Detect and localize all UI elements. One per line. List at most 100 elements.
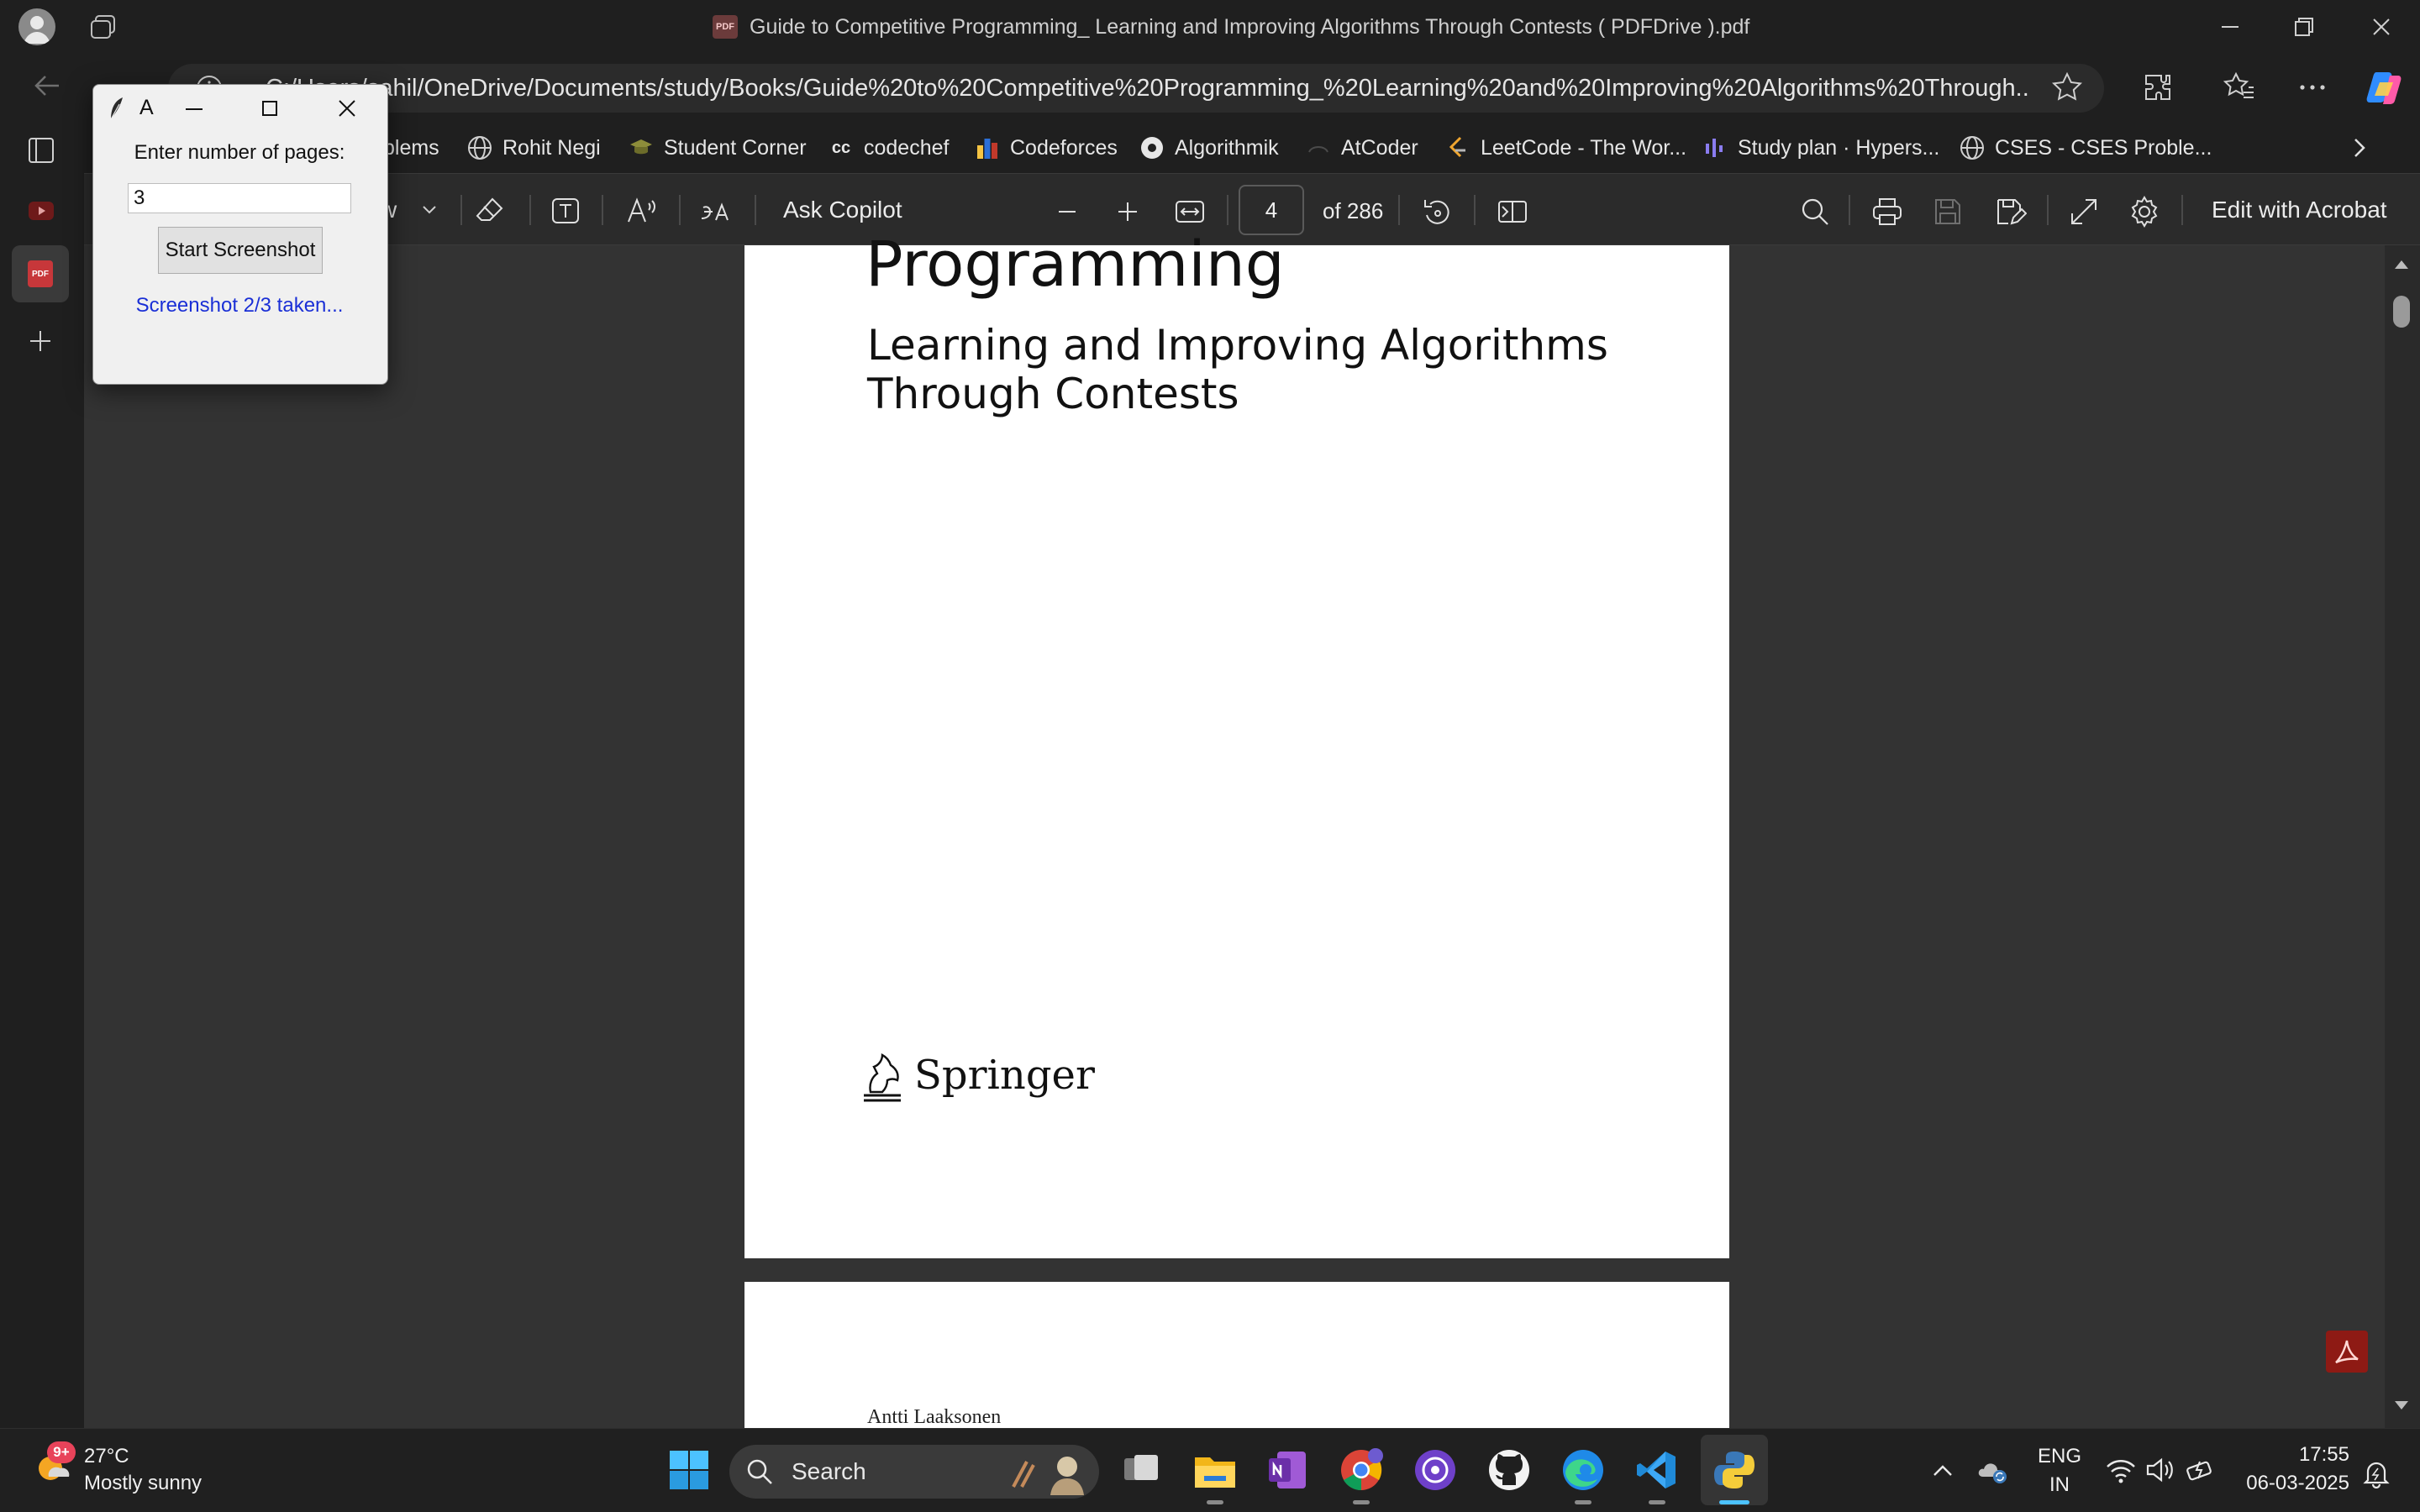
globe-icon <box>1960 135 1985 160</box>
bookmark-student-corner[interactable]: Student Corner <box>629 131 807 165</box>
task-view-icon[interactable] <box>1118 1446 1165 1494</box>
toolbar-divider <box>1849 195 1850 225</box>
clock-date[interactable]: 06-03-2025 <box>2238 1472 2349 1495</box>
scroll-thumb[interactable] <box>2393 296 2410 328</box>
toolbar-divider <box>679 195 681 225</box>
book-subtitle-line-1: Learning and Improving Algorithms <box>867 321 1608 370</box>
extensions-icon[interactable] <box>2141 71 2175 104</box>
github-icon[interactable] <box>1486 1446 1533 1494</box>
bookmark-cses[interactable]: CSES - CSES Proble... <box>1960 131 2212 165</box>
volume-icon[interactable] <box>2144 1455 2178 1485</box>
close-icon[interactable] <box>2366 12 2396 42</box>
pdf-tab-icon: PDF <box>28 260 53 287</box>
minimize-icon[interactable] <box>2215 12 2245 42</box>
save-as-icon[interactable] <box>1993 195 2027 228</box>
eraser-icon[interactable] <box>474 195 506 227</box>
weather-temperature[interactable]: 27°C <box>84 1445 129 1468</box>
more-options-icon[interactable] <box>2296 71 2329 104</box>
translate-icon[interactable] <box>699 195 733 227</box>
page-view-icon[interactable] <box>1496 195 1529 228</box>
wifi-icon[interactable] <box>2104 1455 2138 1485</box>
url-text[interactable]: C:/Users/sahil/OneDrive/Documents/study/… <box>266 72 2030 104</box>
tool-maximize-icon[interactable] <box>255 94 284 123</box>
ask-copilot-button[interactable]: Ask Copilot <box>783 197 902 223</box>
github-desktop-icon[interactable] <box>1412 1446 1459 1494</box>
tool-minimize-icon[interactable] <box>180 94 208 123</box>
zoom-in-icon[interactable] <box>1113 197 1143 227</box>
search-placeholder: Search <box>792 1458 866 1484</box>
publisher-name: Springer <box>914 1052 1095 1099</box>
read-aloud-icon[interactable] <box>625 195 659 227</box>
fit-width-icon[interactable] <box>1173 195 1207 228</box>
bookmark-codeforces[interactable]: Codeforces <box>975 131 1118 165</box>
pages-input[interactable] <box>128 183 351 213</box>
toolbar-divider <box>1474 195 1476 225</box>
restore-icon[interactable] <box>2289 12 2319 42</box>
battery-icon[interactable] <box>2185 1455 2218 1485</box>
tool-close-icon[interactable] <box>333 94 361 123</box>
print-icon[interactable] <box>1870 195 1904 228</box>
algorithmik-icon <box>1139 135 1165 160</box>
search-icon[interactable] <box>1798 195 1832 228</box>
fullscreen-icon[interactable] <box>2067 195 2101 228</box>
workspaces-icon[interactable] <box>89 13 118 40</box>
notifications-icon[interactable] <box>2361 1458 2391 1488</box>
bookmark-label: Algorithmik <box>1175 135 1279 160</box>
language-indicator[interactable]: ENG <box>2037 1445 2082 1468</box>
youtube-tab-icon[interactable] <box>27 198 55 223</box>
pdf-page: Programming Learning and Improving Algor… <box>744 228 1729 1258</box>
scroll-down-icon[interactable] <box>2391 1398 2412 1413</box>
rotate-icon[interactable] <box>1420 195 1454 228</box>
windows-start-icon[interactable] <box>666 1446 713 1494</box>
toolbar-divider <box>2047 195 2049 225</box>
bookmark-algorithmik[interactable]: Algorithmik <box>1139 131 1279 165</box>
onedrive-sync-icon[interactable] <box>1976 1453 2010 1487</box>
bookmark-codechef[interactable]: cc codechef <box>829 131 950 165</box>
bookmark-leetcode[interactable]: LeetCode - The Wor... <box>1445 131 1686 165</box>
atcoder-icon <box>1306 135 1331 160</box>
vscode-icon[interactable] <box>1634 1446 1681 1494</box>
show-hidden-icons-icon[interactable] <box>1929 1458 1956 1482</box>
bookmark-rohit-negi[interactable]: Rohit Negi <box>467 131 601 165</box>
window-title-text: Guide to Competitive Programming_ Learni… <box>750 14 1750 39</box>
favorite-star-icon[interactable] <box>2050 71 2084 104</box>
save-icon[interactable] <box>1931 195 1965 228</box>
active-indicator <box>1719 1500 1749 1504</box>
pdf-tab-active[interactable]: PDF <box>12 245 69 302</box>
text-box-icon[interactable] <box>550 195 581 227</box>
weather-description[interactable]: Mostly sunny <box>84 1472 202 1495</box>
bookmark-atcoder[interactable]: AtCoder <box>1306 131 1418 165</box>
edit-with-acrobat-button[interactable]: Edit with Acrobat <box>2212 197 2387 223</box>
chevron-down-icon[interactable] <box>418 202 440 218</box>
chrome-icon[interactable] <box>1338 1446 1385 1494</box>
settings-gear-icon[interactable] <box>2128 195 2161 228</box>
file-explorer-icon[interactable] <box>1192 1446 1239 1494</box>
clock-time[interactable]: 17:55 <box>2238 1443 2349 1467</box>
copilot-icon[interactable] <box>2365 67 2405 108</box>
tab-actions-icon[interactable] <box>27 136 55 165</box>
bookmark-label: blems <box>383 135 439 160</box>
vertical-scrollbar[interactable] <box>2385 245 2420 1428</box>
author-name: Antti Laaksonen <box>867 1406 1002 1428</box>
start-screenshot-button[interactable]: Start Screenshot <box>158 227 323 274</box>
zoom-out-icon[interactable] <box>1052 197 1082 227</box>
onenote-icon[interactable] <box>1264 1446 1311 1494</box>
feather-icon <box>108 96 126 121</box>
screenshot-status: Screenshot 2/3 taken... <box>135 294 344 317</box>
edge-icon[interactable] <box>1560 1446 1607 1494</box>
new-tab-icon[interactable] <box>25 326 55 356</box>
page-number-input[interactable] <box>1239 185 1304 235</box>
book-subtitle-line-2: Through Contests <box>867 370 1239 418</box>
language-region[interactable]: IN <box>2037 1473 2082 1497</box>
bookmark-study-plan[interactable]: Study plan · Hypers... <box>1702 131 1939 165</box>
scroll-up-icon[interactable] <box>2391 257 2412 272</box>
bookmark-problems[interactable]: blems <box>383 131 439 165</box>
acrobat-icon[interactable] <box>2326 1331 2368 1373</box>
chevron-right-icon[interactable] <box>2346 133 2373 163</box>
profile-avatar[interactable] <box>18 8 55 45</box>
back-icon[interactable] <box>30 69 64 102</box>
toolbar-divider <box>1227 195 1228 225</box>
python-icon[interactable] <box>1711 1446 1758 1494</box>
bookmark-label: Rohit Negi <box>502 135 601 160</box>
favorites-icon[interactable] <box>2223 71 2257 104</box>
